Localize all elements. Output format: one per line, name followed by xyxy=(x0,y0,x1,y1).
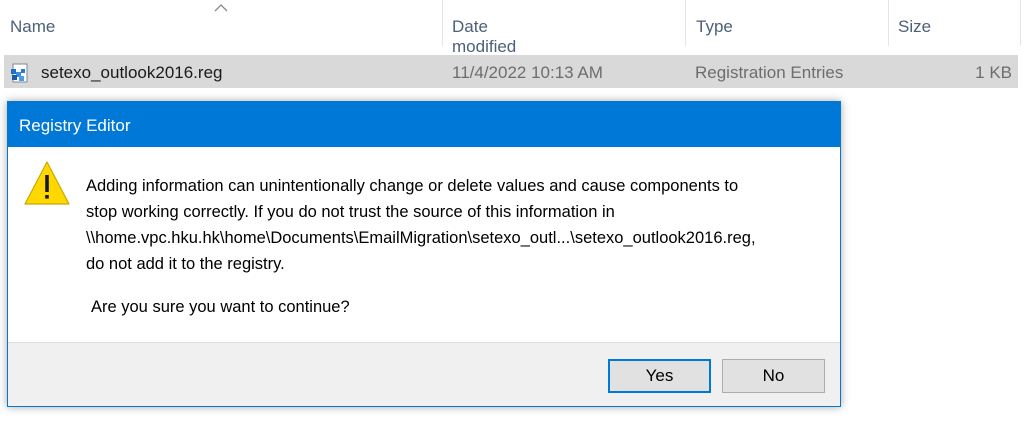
message-line: \\home.vpc.hku.hk\home\Documents\EmailMi… xyxy=(86,229,756,247)
no-button[interactable]: No xyxy=(722,359,825,393)
column-divider[interactable] xyxy=(685,0,686,46)
dialog-message: Adding information can unintentionally c… xyxy=(86,173,836,277)
dialog-title: Registry Editor xyxy=(19,116,131,135)
column-size[interactable]: Size xyxy=(898,17,931,37)
dialog-button-bar: Yes No xyxy=(8,342,840,406)
file-name: setexo_outlook2016.reg xyxy=(41,63,223,82)
file-size: 1 KB xyxy=(975,63,1012,82)
file-row[interactable]: setexo_outlook2016.reg 11/4/2022 10:13 A… xyxy=(4,55,1018,88)
registry-file-icon xyxy=(11,63,28,83)
registry-editor-dialog: Registry Editor Adding information can u… xyxy=(7,101,841,407)
warning-icon xyxy=(24,161,70,205)
column-date-modified[interactable]: Date modified xyxy=(452,17,516,57)
file-type: Registration Entries xyxy=(695,63,844,82)
message-line: Adding information can unintentionally c… xyxy=(86,177,739,195)
file-date-modified: 11/4/2022 10:13 AM xyxy=(452,63,603,82)
column-divider[interactable] xyxy=(442,0,443,46)
chevron-up-icon xyxy=(214,4,228,12)
column-divider[interactable] xyxy=(888,0,889,46)
column-type[interactable]: Type xyxy=(696,17,733,37)
message-line: stop working correctly. If you do not tr… xyxy=(86,203,615,221)
dialog-titlebar[interactable]: Registry Editor xyxy=(8,102,840,147)
column-name[interactable]: Name xyxy=(10,17,55,37)
yes-button[interactable]: Yes xyxy=(608,359,711,393)
dialog-question: Are you sure you want to continue? xyxy=(91,298,350,316)
explorer-window: Name Date modified Type Size setexo_outl… xyxy=(0,0,1026,424)
column-divider[interactable] xyxy=(1020,0,1021,46)
message-line: do not add it to the registry. xyxy=(86,255,285,273)
